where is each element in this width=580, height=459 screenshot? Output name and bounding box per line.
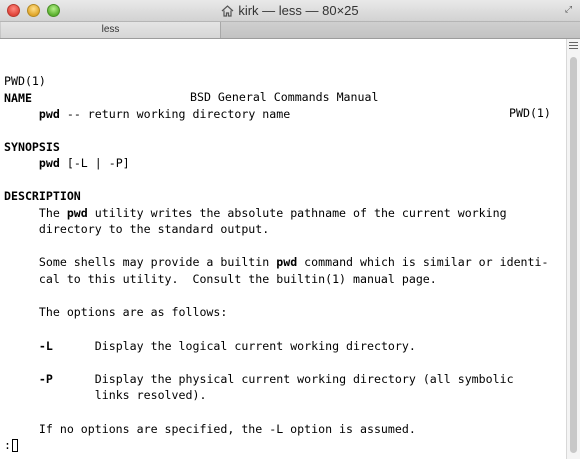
fullscreen-icon[interactable]: ⤢ [563, 5, 574, 16]
description-text: directory to the standard output. [38, 222, 270, 236]
option-L-description: Display the logical current working dire… [94, 339, 416, 353]
description-final-line: If no options are specified, the -L opti… [4, 421, 416, 437]
title-bar[interactable]: kirk — less — 80×25 ⤢ [0, 0, 580, 22]
vertical-scrollbar[interactable] [566, 39, 580, 459]
option-P-flag: -P [38, 372, 53, 386]
tab-less[interactable]: less [1, 22, 221, 38]
man-header-left: PWD(1) [4, 74, 46, 88]
scroll-menu-icon[interactable] [569, 42, 578, 51]
option-L-flag: -L [38, 339, 53, 353]
description-line-2: directory to the standard output. [4, 221, 269, 237]
synopsis-args: [-L | -P] [59, 156, 130, 170]
scroll-thumb[interactable] [570, 57, 577, 453]
option-P-description: Display the physical current working dir… [94, 372, 514, 386]
tab-bar: less [0, 22, 580, 39]
description-text: Some shells may provide a builtin [38, 255, 277, 269]
terminal-window: kirk — less — 80×25 ⤢ less PWD(1) BSD Ge… [0, 0, 580, 459]
description-command: pwd [276, 255, 298, 269]
description-text: command which is similar or identi- [297, 255, 549, 269]
home-icon [221, 5, 234, 17]
synopsis-line: pwd [-L | -P] [4, 155, 130, 171]
text-cursor [11, 439, 18, 452]
description-text: The options are as follows: [38, 305, 228, 319]
man-header-right: PWD(1) [509, 106, 551, 120]
description-line-1: The pwd utility writes the absolute path… [4, 205, 507, 221]
window-title-area: kirk — less — 80×25 [0, 3, 580, 18]
description-command: pwd [66, 206, 88, 220]
description-line-4: cal to this utility. Consult the builtin… [4, 271, 437, 287]
less-prompt: : [4, 438, 11, 452]
synopsis-command: pwd [38, 156, 60, 170]
terminal-content[interactable]: PWD(1) BSD General Commands Manual PWD(1… [0, 39, 566, 459]
section-synopsis-heading: SYNOPSIS [4, 140, 60, 154]
description-text: The [38, 206, 67, 220]
description-text: If no options are specified, the -L opti… [38, 422, 416, 436]
window-title: kirk — less — 80×25 [238, 3, 359, 18]
man-header: PWD(1) BSD General Commands Manual PWD(1… [0, 57, 566, 120]
description-line-5: The options are as follows: [4, 304, 227, 320]
name-line: pwd -- return working directory name [4, 106, 290, 122]
description-line-3: Some shells may provide a builtin pwd co… [4, 254, 549, 270]
option-P-line: -P Display the physical current working … [4, 371, 514, 387]
section-name-heading: NAME [4, 91, 32, 105]
description-text: utility writes the absolute pathname of … [87, 206, 507, 220]
option-L-line: -L Display the logical current working d… [4, 338, 416, 354]
name-description: -- return working directory name [59, 107, 291, 121]
man-header-center: BSD General Commands Manual [190, 90, 379, 104]
tab-label: less [101, 24, 120, 35]
name-command: pwd [38, 107, 60, 121]
option-P-line-2: links resolved). [4, 387, 207, 403]
description-text: cal to this utility. Consult the builtin… [38, 272, 437, 286]
less-prompt-line[interactable]: : [4, 437, 18, 453]
option-P-description-cont: links resolved). [94, 388, 207, 402]
section-description-heading: DESCRIPTION [4, 189, 81, 203]
